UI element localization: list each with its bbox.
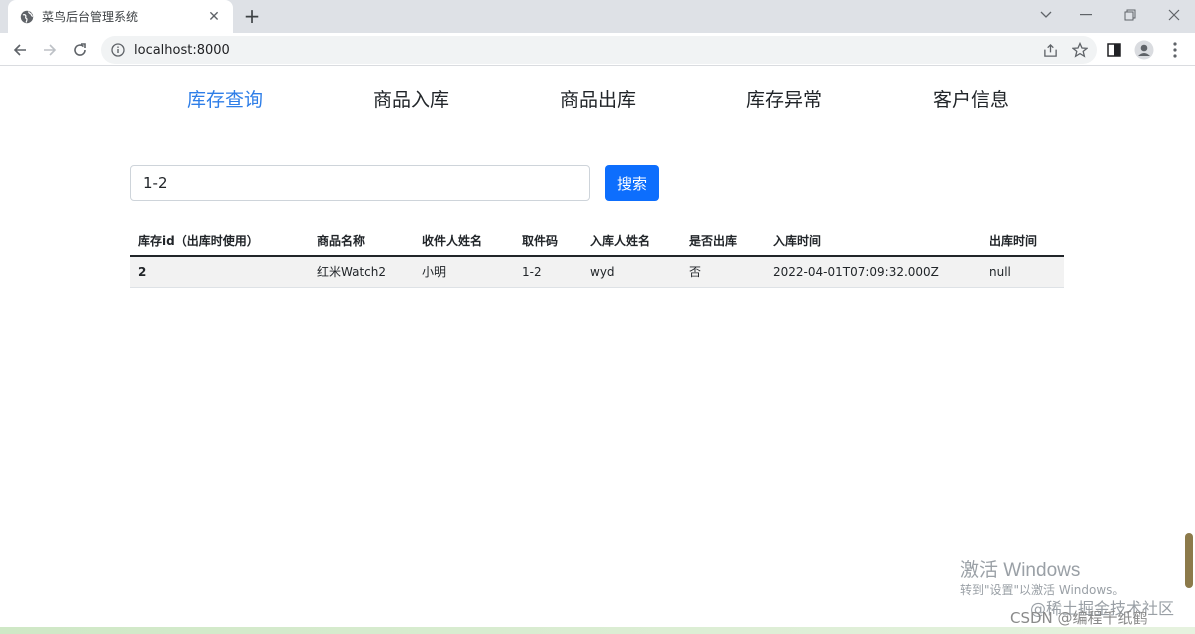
column-header-inventory-id: 库存id（出库时使用）: [130, 225, 309, 257]
browser-toolbar: localhost:8000: [0, 33, 1195, 66]
column-header-out-time: 出库时间: [981, 225, 1064, 257]
globe-icon: [20, 10, 34, 24]
restore-icon[interactable]: [1108, 0, 1152, 30]
nav-item-inventory-query[interactable]: 库存查询: [187, 85, 263, 112]
cell-inventory-id: 2: [130, 256, 309, 288]
cell-pickup-code: 1-2: [514, 256, 582, 288]
inventory-table: 库存id（出库时使用） 商品名称 收件人姓名 取件码 入库人姓名 是否出库 入库…: [130, 225, 1064, 288]
cell-stocker-name: wyd: [582, 256, 681, 288]
tab-search-chevron-icon[interactable]: [1024, 0, 1068, 30]
browser-menu-icon[interactable]: [1162, 37, 1188, 63]
table-header-row: 库存id（出库时使用） 商品名称 收件人姓名 取件码 入库人姓名 是否出库 入库…: [130, 225, 1064, 257]
back-arrow-icon[interactable]: [7, 37, 33, 63]
column-header-in-time: 入库时间: [765, 225, 981, 257]
scrollbar-thumb[interactable]: [1185, 533, 1193, 588]
close-tab-icon[interactable]: ✕: [205, 8, 223, 26]
nav-item-inventory-exception[interactable]: 库存异常: [746, 85, 822, 112]
browser-tab-bar: 菜鸟后台管理系统 ✕ +: [0, 0, 1195, 33]
column-header-recipient-name: 收件人姓名: [414, 225, 514, 257]
column-header-is-out: 是否出库: [681, 225, 765, 257]
minimize-icon[interactable]: [1064, 0, 1108, 30]
cell-recipient-name: 小明: [414, 256, 514, 288]
cell-in-time: 2022-04-01T07:09:32.000Z: [765, 256, 981, 288]
share-icon[interactable]: [1037, 37, 1063, 63]
address-bar[interactable]: localhost:8000: [101, 36, 1097, 64]
taskbar-edge: [0, 627, 1195, 634]
column-header-stocker-name: 入库人姓名: [582, 225, 681, 257]
page-content: 库存查询 商品入库 商品出库 库存异常 客户信息 搜索 库存id（出库时使用） …: [0, 67, 1195, 634]
column-header-pickup-code: 取件码: [514, 225, 582, 257]
search-button[interactable]: 搜索: [605, 165, 659, 201]
table-row[interactable]: 2 红米Watch2 小明 1-2 wyd 否 2022-04-01T07:09…: [130, 256, 1064, 288]
new-tab-icon[interactable]: +: [240, 4, 264, 28]
site-info-icon[interactable]: [111, 43, 125, 57]
side-panel-icon[interactable]: [1101, 37, 1127, 63]
profile-avatar-icon[interactable]: [1131, 37, 1157, 63]
cell-product-name: 红米Watch2: [309, 256, 414, 288]
csdn-credit: CSDN @编程千纸鹤: [1010, 609, 1148, 627]
nav-item-stock-out[interactable]: 商品出库: [560, 85, 636, 112]
search-input[interactable]: [130, 165, 590, 201]
nav-item-customer-info[interactable]: 客户信息: [933, 85, 1009, 112]
bookmark-star-icon[interactable]: [1067, 37, 1093, 63]
main-nav: 库存查询 商品入库 商品出库 库存异常 客户信息: [130, 85, 1064, 115]
tab-title: 菜鸟后台管理系统: [42, 10, 139, 24]
close-window-icon[interactable]: [1152, 0, 1195, 30]
cell-out-time: null: [981, 256, 1064, 288]
activate-windows-title: 激活 Windows: [960, 560, 1081, 581]
url-text: localhost:8000: [134, 42, 230, 58]
reload-icon[interactable]: [67, 37, 93, 63]
nav-item-stock-in[interactable]: 商品入库: [373, 85, 449, 112]
column-header-product-name: 商品名称: [309, 225, 414, 257]
cell-is-out: 否: [681, 256, 765, 288]
forward-arrow-icon[interactable]: [37, 37, 63, 63]
browser-tab[interactable]: 菜鸟后台管理系统 ✕: [8, 0, 233, 33]
